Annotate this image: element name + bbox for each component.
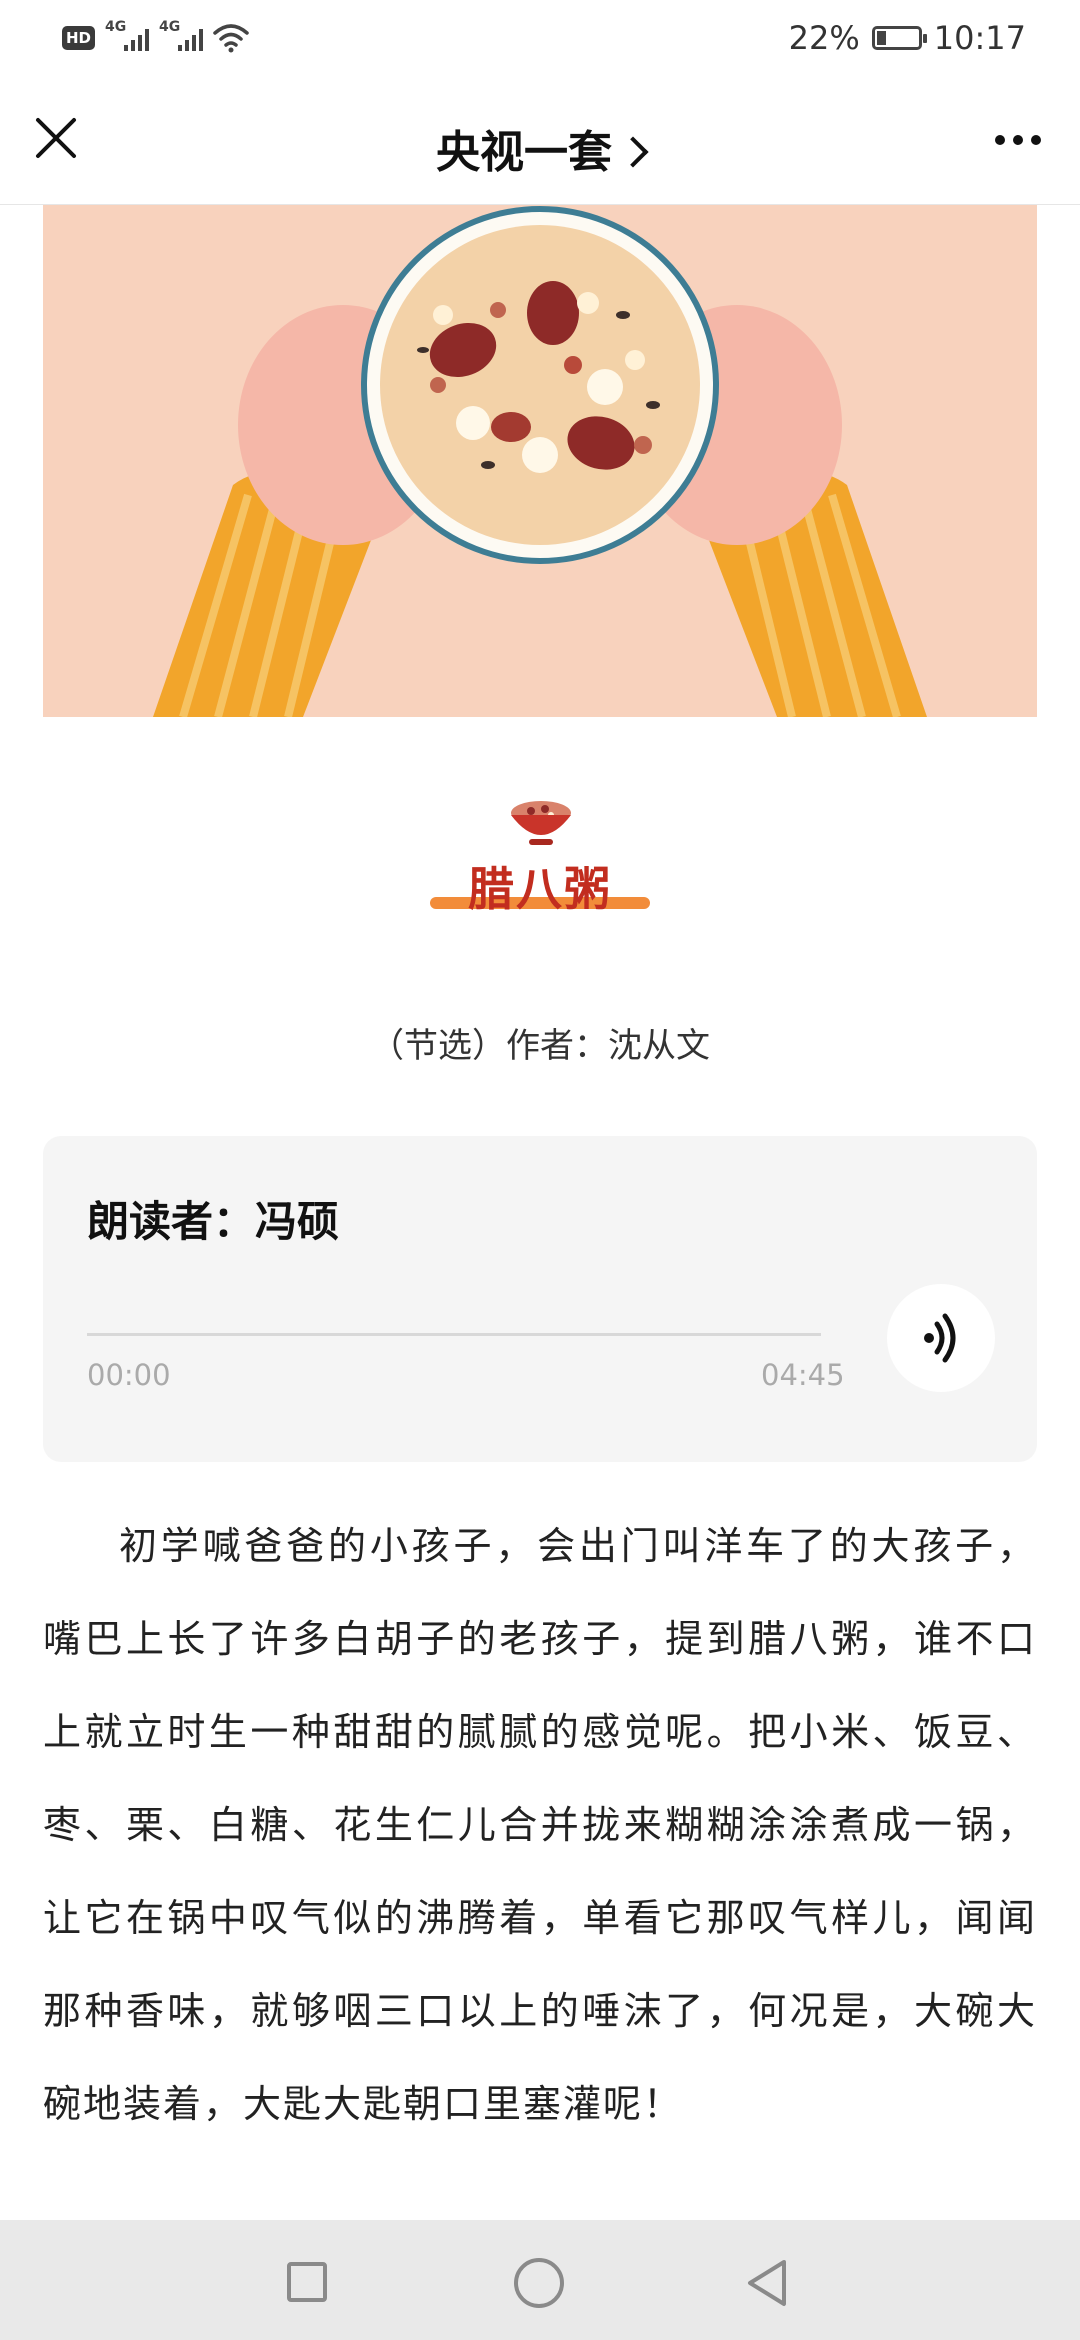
congee-bowl-icon bbox=[511, 801, 571, 845]
current-time: 00:00 bbox=[87, 1358, 171, 1392]
triangle-back-icon[interactable] bbox=[742, 2256, 792, 2310]
more-icon[interactable] bbox=[986, 116, 1050, 164]
clock: 10:17 bbox=[933, 19, 1026, 57]
reader-name: 朗读者：冯硕 bbox=[87, 1197, 340, 1246]
speaker-wave-icon bbox=[924, 1313, 956, 1363]
signal-icon: 4G bbox=[105, 19, 150, 55]
audio-progress-bar[interactable] bbox=[87, 1333, 821, 1336]
account-title-link[interactable]: 央视一套 bbox=[0, 116, 1080, 180]
congee-bowl-illustration bbox=[43, 205, 1037, 717]
wifi-icon bbox=[213, 24, 249, 53]
duration: 04:45 bbox=[761, 1358, 845, 1392]
play-audio-button[interactable] bbox=[887, 1284, 995, 1392]
battery-icon bbox=[871, 26, 927, 50]
chevron-right-icon bbox=[617, 136, 649, 168]
battery-percent: 22% bbox=[788, 19, 860, 57]
status-right: 22% 10:17 bbox=[789, 16, 1026, 60]
article-paragraph: 初学喊爸爸的小孩子，会出门叫洋车了的大孩子，嘴巴上长了许多白胡子的老孩子，提到腊… bbox=[43, 1524, 1037, 2126]
article-byline: （节选）作者：沈从文 bbox=[370, 1026, 710, 1066]
signal-icon: 4G bbox=[159, 19, 204, 55]
top-nav-bar: 央视一套 bbox=[0, 76, 1080, 205]
square-icon[interactable] bbox=[287, 2262, 327, 2302]
hero-illustration bbox=[43, 205, 1037, 717]
account-name: 央视一套 bbox=[436, 127, 612, 178]
battery-level bbox=[876, 31, 886, 45]
status-left: HD 4G 4G bbox=[62, 16, 249, 60]
audio-player-card: 朗读者：冯硕 00:00 04:45 bbox=[43, 1136, 1037, 1462]
hd-badge: HD bbox=[62, 26, 96, 50]
circle-icon[interactable] bbox=[514, 2258, 564, 2308]
article-heading: 腊八粥 bbox=[468, 862, 612, 916]
article-heading-block: 腊八粥 bbox=[0, 795, 1080, 925]
system-nav-bar bbox=[0, 2220, 1080, 2340]
status-bar: HD 4G 4G 22% 10:17 bbox=[0, 0, 1080, 76]
